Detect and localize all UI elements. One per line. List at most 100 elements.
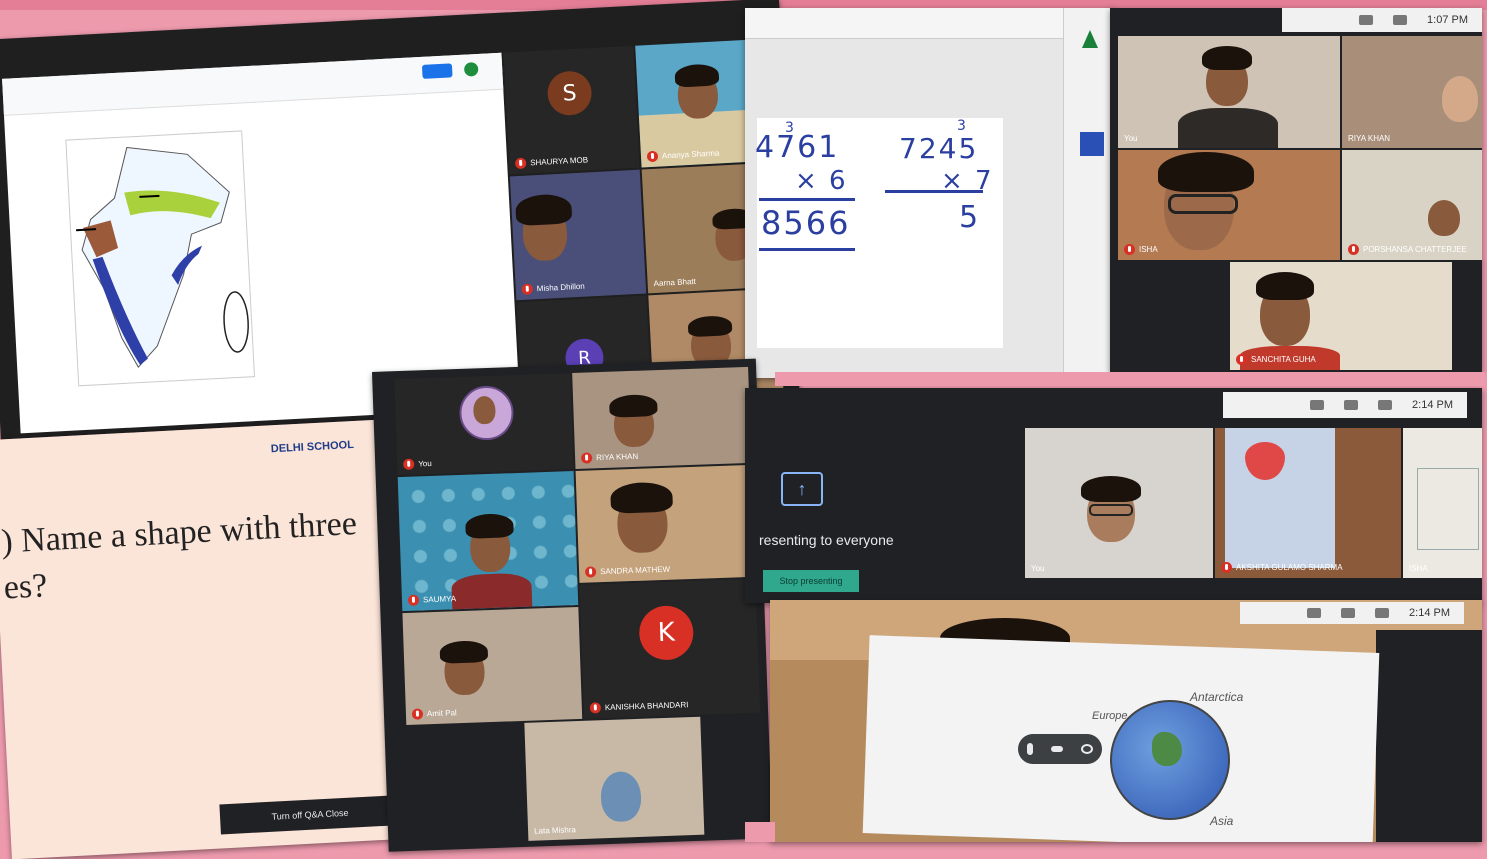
whiteboard-side-toolbar <box>1063 8 1115 378</box>
participant-name: SANCHITA GUHA <box>1236 354 1316 365</box>
participant-name: Aarna Bhatt <box>653 276 697 289</box>
participant-name: PORSHANSA CHATTERJEE <box>1348 244 1467 255</box>
participant-tile: You <box>1025 428 1213 578</box>
video-grid-top-right: 1:07 PM You RIYA KHAN ISHA PORSHANSA CHA… <box>1110 8 1482 373</box>
participant-name: AKSHITA GULAMO SHARMA <box>1221 562 1343 573</box>
whiteboard-toolbar <box>745 8 1115 39</box>
mic-off-icon <box>580 452 593 464</box>
presenting-panel: 2:14 PM ↑ resenting to everyone Stop pre… <box>745 388 1482 603</box>
continent-shape <box>1152 732 1182 766</box>
quiz-question: ) Name a shape with three es? <box>0 501 360 612</box>
share-button[interactable] <box>421 63 453 79</box>
pen-tool-icon[interactable] <box>1082 30 1098 48</box>
participant-face <box>472 395 496 425</box>
mic-off-icon <box>514 157 527 170</box>
people-icon[interactable] <box>1310 400 1325 410</box>
participant-hair <box>1081 476 1141 502</box>
worksheet <box>1417 468 1479 550</box>
participant-tile: Misha Dhillon <box>509 169 647 301</box>
participant-tile: K KANISHKA BHANDARI <box>579 578 761 719</box>
participant-tile: Amit Pal <box>402 606 583 726</box>
mic-off-icon <box>521 283 534 295</box>
participant-tile: ISHA <box>1403 428 1482 578</box>
problem-1-result: 8566 <box>761 204 851 242</box>
problem-2-line <box>885 190 983 193</box>
camera-icon[interactable] <box>1081 744 1093 754</box>
participant-name: RIYA KHAN <box>1348 134 1391 143</box>
india-map <box>65 130 256 387</box>
glasses <box>1089 504 1133 516</box>
participant-hair <box>514 193 573 227</box>
stop-presenting-button[interactable]: Stop presenting <box>763 570 859 592</box>
globe-drawing <box>1110 700 1230 820</box>
avatar: K <box>638 604 695 661</box>
problem-1-underline <box>759 248 855 251</box>
hangup-icon[interactable] <box>1051 746 1063 752</box>
people-icon[interactable] <box>1307 608 1322 618</box>
participant-name: SAUMYA <box>407 593 457 606</box>
status-bar: 2:14 PM <box>1223 392 1467 418</box>
participant-tile: RIYA KHAN <box>1342 36 1482 148</box>
avatar: S <box>546 70 593 117</box>
participant-face <box>1428 200 1460 236</box>
qa-toast[interactable]: Turn off Q&A Close <box>219 795 401 835</box>
participant-tile: RIYA KHAN <box>572 366 752 469</box>
side-strip <box>1376 630 1482 842</box>
mic-icon[interactable] <box>1027 743 1033 755</box>
mic-off-icon <box>589 702 602 714</box>
status-bar: 2:14 PM <box>1240 602 1464 624</box>
docs-toolbar <box>2 52 504 116</box>
participant-tile: SAUMYA <box>397 471 579 612</box>
participant-hair <box>1202 46 1252 70</box>
mic-off-icon <box>1221 562 1232 573</box>
participant-hair <box>610 481 674 514</box>
participant-hair <box>1158 152 1254 192</box>
participant-name: Misha Dhillon <box>521 281 586 295</box>
chat-icon[interactable] <box>1393 15 1408 25</box>
participant-name: RIYA KHAN <box>580 451 638 464</box>
participant-name: SHAURYA MOB <box>514 154 588 170</box>
people-icon[interactable] <box>1359 15 1374 25</box>
participant-name: Amit Pal <box>411 707 457 720</box>
participant-tile: S SHAURYA MOB <box>503 45 640 175</box>
mic-off-icon <box>1124 244 1135 255</box>
presenting-text: resenting to everyone <box>759 532 894 548</box>
glasses <box>1168 194 1238 214</box>
participant-name: ISHA <box>1124 244 1158 255</box>
grid-icon[interactable] <box>1344 400 1359 410</box>
color-swatch-blue[interactable] <box>1080 132 1104 156</box>
problem-1-line <box>759 198 855 201</box>
chat-icon[interactable] <box>1378 400 1393 410</box>
participant-tile: You <box>394 373 574 476</box>
participant-shirt <box>451 572 533 610</box>
drawing-label: Antarctica <box>1190 690 1244 704</box>
participant-tile: AKSHITA GULAMO SHARMA <box>1215 428 1401 578</box>
chat-icon[interactable] <box>1375 608 1390 618</box>
participant-shirt <box>1178 108 1278 148</box>
mic-off-icon <box>407 594 420 606</box>
school-logo: DELHI SCHOOL <box>270 438 355 456</box>
mic-off-icon <box>1236 354 1247 365</box>
status-bar: 1:07 PM <box>1282 8 1482 32</box>
participant-name: SANDRA MATHEW <box>584 564 670 578</box>
participant-hair <box>1256 272 1314 300</box>
clock-time: 1:07 PM <box>1427 14 1468 26</box>
math-whiteboard-panel: 3 4761 × 6 8566 3 7245 × 7 5 <box>745 8 1115 378</box>
clock-time: 2:14 PM <box>1409 607 1450 619</box>
problem-1-mult: × 6 <box>795 166 848 196</box>
participant-name: KANISHKA BHANDARI <box>589 699 689 714</box>
participant-hair <box>465 513 514 539</box>
participant-grid-panel: You RIYA KHAN SAUMYA SANDRA MATHEW Amit … <box>372 358 773 852</box>
grid-icon[interactable] <box>1341 608 1356 618</box>
problem-1-top: 4761 <box>755 130 840 165</box>
participant-name: You <box>1031 564 1045 573</box>
drawing-label: Europe <box>1092 710 1128 722</box>
participant-tile: PORSHANSA CHATTERJEE <box>1342 150 1482 260</box>
mic-off-icon <box>1348 244 1359 255</box>
participant-tile: You <box>1118 36 1340 148</box>
participant-name: You <box>403 458 432 470</box>
participant-name: Lata Mishra <box>533 825 577 836</box>
participant-hair <box>687 315 733 338</box>
participant-hair <box>674 63 720 88</box>
call-controls[interactable] <box>1018 734 1102 764</box>
